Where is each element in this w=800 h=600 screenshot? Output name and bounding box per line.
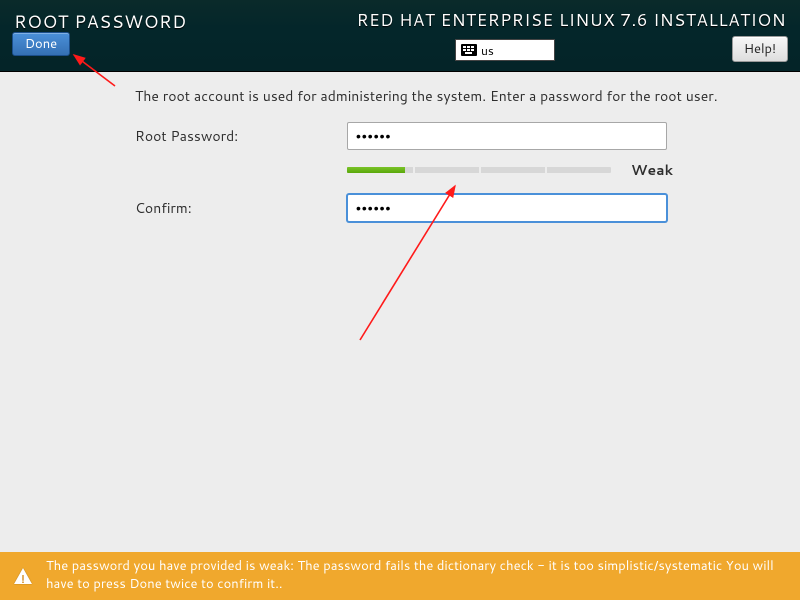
warning-icon [14, 568, 32, 584]
password-strength-bar [347, 167, 611, 173]
keyboard-icon [461, 44, 477, 56]
spoke-title: ROOT PASSWORD [14, 8, 187, 34]
root-password-input[interactable] [347, 122, 667, 150]
intro-text: The root account is used for administeri… [135, 86, 800, 106]
password-strength-fill [347, 167, 405, 173]
confirm-password-row: Confirm: [135, 194, 800, 222]
keyboard-layout-indicator[interactable]: us [455, 39, 555, 61]
password-strength-row: Weak [347, 160, 800, 180]
keyboard-layout-label: us [481, 42, 494, 59]
main-content: The root account is used for administeri… [0, 72, 800, 552]
confirm-password-input[interactable] [347, 194, 667, 222]
warning-bar: The password you have provided is weak: … [0, 552, 800, 600]
warning-message: The password you have provided is weak: … [46, 558, 786, 593]
done-button[interactable]: Done [12, 32, 70, 56]
header-bar: ROOT PASSWORD RED HAT ENTERPRISE LINUX 7… [0, 0, 800, 72]
root-password-row: Root Password: [135, 122, 800, 150]
confirm-password-label: Confirm: [135, 198, 347, 218]
password-strength-label: Weak [631, 160, 673, 180]
help-button[interactable]: Help! [732, 36, 788, 62]
root-password-label: Root Password: [135, 126, 347, 146]
install-title: RED HAT ENTERPRISE LINUX 7.6 INSTALLATIO… [357, 8, 786, 32]
